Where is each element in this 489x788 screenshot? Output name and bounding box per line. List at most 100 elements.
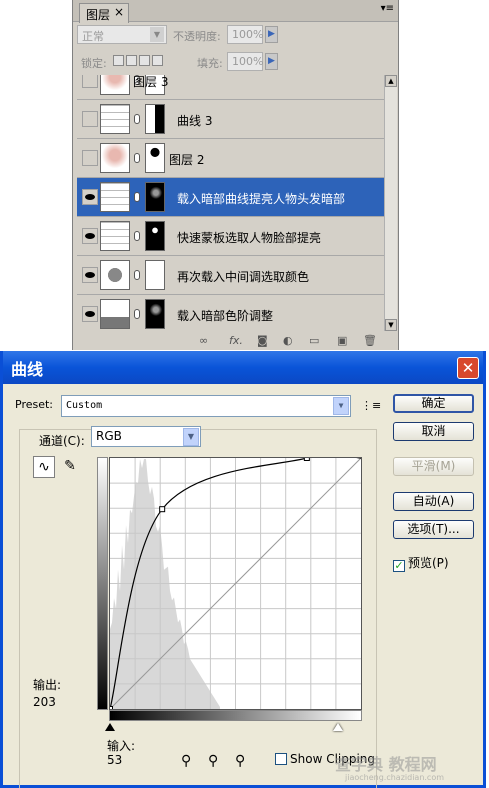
- curve-point-tool-icon[interactable]: ∿: [33, 456, 55, 478]
- smooth-button[interactable]: 平滑(M): [393, 457, 474, 476]
- visibility-toggle[interactable]: [82, 150, 98, 166]
- layers-footer: ∞ fx. ◙ ◐ ▭ ▣ 🗑: [73, 332, 398, 350]
- layer-row[interactable]: 载入暗部色阶调整: [77, 295, 384, 330]
- chevron-down-icon: ▼: [183, 428, 199, 446]
- pencil-icon[interactable]: ✎: [59, 456, 81, 478]
- folder-icon[interactable]: ▭: [309, 334, 319, 347]
- channel-select[interactable]: RGB ▼: [91, 426, 201, 447]
- visibility-toggle[interactable]: [82, 75, 98, 88]
- cancel-button[interactable]: 取消: [393, 422, 474, 441]
- lock-all-icon[interactable]: [152, 55, 163, 66]
- layer-name: 载入暗部色阶调整: [177, 309, 274, 323]
- fx-icon[interactable]: fx.: [229, 334, 243, 347]
- layer-row[interactable]: 图层 2: [77, 139, 384, 178]
- link-icon[interactable]: [134, 153, 140, 163]
- preset-select[interactable]: Custom ▼: [61, 395, 351, 417]
- layer-row[interactable]: 载入暗部曲线提亮人物头发暗部: [77, 178, 384, 217]
- layer-row[interactable]: 曲线 3: [77, 100, 384, 139]
- layer-name: 载入暗部曲线提亮人物头发暗部: [177, 192, 346, 206]
- layer-list-scrollbar[interactable]: ▲ ▼: [384, 75, 397, 331]
- trash-icon[interactable]: 🗑: [363, 334, 377, 347]
- scroll-up-icon[interactable]: ▲: [385, 75, 397, 87]
- layer-mask-thumbnail[interactable]: [145, 221, 165, 251]
- blend-mode-select[interactable]: 正常 ▼: [77, 25, 167, 44]
- layer-name: 曲线 3: [177, 114, 213, 128]
- curve-control-point[interactable]: [303, 455, 310, 461]
- image-thumbnail-icon[interactable]: [100, 143, 130, 173]
- visibility-toggle[interactable]: [82, 111, 98, 127]
- curve-graph[interactable]: [107, 453, 362, 712]
- watermark-text: 查字典 教程网: [335, 755, 437, 774]
- options-button[interactable]: 选项(T)...: [393, 520, 474, 539]
- layer-mask-thumbnail[interactable]: [145, 299, 165, 329]
- layer-row[interactable]: 再次载入中间调选取颜色: [77, 256, 384, 295]
- curve-graph-svg: [107, 453, 362, 712]
- white-eyedropper-icon[interactable]: ⚲: [235, 753, 251, 769]
- levels-thumbnail-icon[interactable]: [100, 299, 130, 329]
- checkbox-icon: [275, 753, 287, 765]
- close-button[interactable]: ✕: [457, 357, 479, 379]
- visibility-toggle[interactable]: [82, 228, 98, 244]
- curves-thumbnail-icon[interactable]: [100, 182, 130, 212]
- lock-transparency-icon[interactable]: [113, 55, 124, 66]
- preset-options-icon[interactable]: ⋮≡: [361, 399, 381, 412]
- ok-button[interactable]: 确定: [393, 394, 474, 413]
- fill-label: 填充:: [197, 57, 223, 70]
- link-icon[interactable]: [134, 270, 140, 280]
- mask-icon[interactable]: ◙: [257, 334, 268, 347]
- layer-mask-thumbnail[interactable]: [145, 104, 165, 134]
- curves-thumbnail-icon[interactable]: [100, 221, 130, 251]
- curves-dialog: 曲线 ✕ Preset: Custom ▼ ⋮≡ 通道(C): RGB ▼ ∿ …: [0, 351, 486, 788]
- selective-color-thumbnail-icon[interactable]: [100, 260, 130, 290]
- preset-label: Preset:: [15, 398, 54, 411]
- link-icon[interactable]: [134, 231, 140, 241]
- panel-menu-icon[interactable]: ▾≡: [381, 3, 394, 14]
- tab-close-icon[interactable]: ×: [114, 5, 124, 19]
- black-eyedropper-icon[interactable]: ⚲: [181, 753, 197, 769]
- chevron-down-icon: ▼: [150, 27, 164, 42]
- chevron-down-icon: ▼: [333, 397, 349, 415]
- curve-control-point[interactable]: [159, 506, 166, 513]
- link-icon[interactable]: [134, 309, 140, 319]
- image-thumbnail-icon[interactable]: [100, 75, 130, 95]
- dialog-titlebar[interactable]: 曲线 ✕: [3, 351, 483, 384]
- link-icon[interactable]: [134, 192, 140, 202]
- auto-button[interactable]: 自动(A): [393, 492, 474, 511]
- layer-name: 再次载入中间调选取颜色: [177, 270, 310, 284]
- link-icon[interactable]: ∞: [199, 334, 208, 347]
- layer-name: 图层 3: [133, 75, 169, 89]
- gray-eyedropper-icon[interactable]: ⚲: [208, 753, 224, 769]
- visibility-toggle[interactable]: [82, 189, 98, 205]
- preset-value: Custom: [66, 400, 103, 411]
- blend-mode-value: 正常: [82, 30, 104, 43]
- adjustment-icon[interactable]: ◐: [283, 334, 293, 347]
- layer-mask-thumbnail[interactable]: [145, 182, 165, 212]
- scroll-down-icon[interactable]: ▼: [385, 319, 397, 331]
- channel-label: 通道(C):: [39, 434, 85, 448]
- layer-row[interactable]: 图层 3: [77, 75, 384, 100]
- lock-pixels-icon[interactable]: [126, 55, 137, 66]
- output-gradient-bar: [97, 457, 108, 710]
- link-icon[interactable]: [134, 114, 140, 124]
- panel-tab-bar: 图层 × ▾≡: [73, 0, 398, 23]
- checkmark-icon: ✓: [393, 559, 405, 572]
- output-value: 203: [33, 695, 56, 709]
- tab-layers[interactable]: 图层 ×: [79, 3, 129, 23]
- fill-input[interactable]: 100%: [227, 52, 263, 71]
- lock-position-icon[interactable]: [139, 55, 150, 66]
- layer-mask-thumbnail[interactable]: [145, 260, 165, 290]
- layer-list: 图层 3 曲线 3 图层 2 载入暗部曲线提亮人物头发暗部快速蒙板选取人物脸部提亮再次…: [77, 75, 384, 330]
- black-point-slider[interactable]: [105, 723, 115, 731]
- opacity-input[interactable]: 100%: [227, 25, 263, 44]
- layer-mask-thumbnail[interactable]: [145, 143, 165, 173]
- preview-checkbox[interactable]: ✓ 预览(P): [393, 554, 449, 572]
- curves-thumbnail-icon[interactable]: [100, 104, 130, 134]
- layer-row[interactable]: 快速蒙板选取人物脸部提亮: [77, 217, 384, 256]
- white-point-slider[interactable]: [333, 723, 343, 731]
- curve-control-point[interactable]: [107, 706, 113, 712]
- fill-slider-button[interactable]: ▶: [265, 53, 278, 70]
- visibility-toggle[interactable]: [82, 267, 98, 283]
- new-layer-icon[interactable]: ▣: [337, 334, 347, 347]
- opacity-slider-button[interactable]: ▶: [265, 26, 278, 43]
- visibility-toggle[interactable]: [82, 306, 98, 322]
